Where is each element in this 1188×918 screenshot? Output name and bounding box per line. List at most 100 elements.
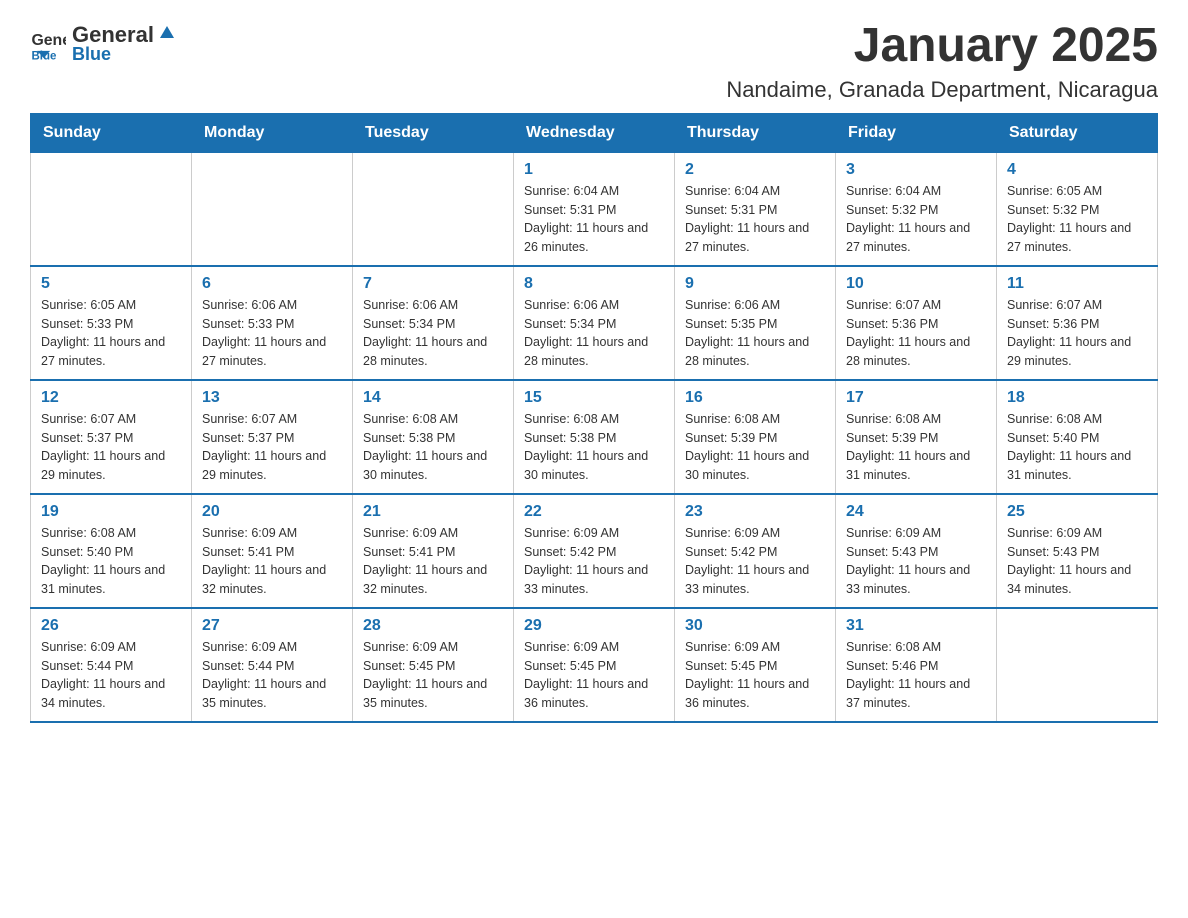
calendar-cell: 17 Sunrise: 6:08 AMSunset: 5:39 PMDayligh… [836,380,997,494]
day-info: Sunrise: 6:09 AMSunset: 5:44 PMDaylight:… [41,638,181,713]
calendar-cell: 31Sunrise: 6:08 AMSunset: 5:46 PMDayligh… [836,608,997,722]
title-block: January 2025 Nandaime, Granada Departmen… [726,20,1158,103]
day-info: Sunrise: 6:09 AMSunset: 5:45 PMDaylight:… [685,638,825,713]
day-info: Sunrise: 6:09 AMSunset: 5:42 PMDaylight:… [685,524,825,599]
day-info: Sunrise: 6:07 AMSunset: 5:36 PMDaylight:… [1007,296,1147,371]
header-friday: Friday [836,113,997,152]
day-info: Sunrise: 6:08 AMSunset: 5:40 PMDaylight:… [1007,410,1147,485]
calendar-cell: 6Sunrise: 6:06 AMSunset: 5:33 PMDaylight… [192,266,353,380]
svg-text:General: General [31,32,66,49]
logo-triangle-icon [156,20,178,42]
day-number: 15 [524,389,664,407]
day-info: Sunrise: 6:09 AMSunset: 5:43 PMDaylight:… [1007,524,1147,599]
day-info: Sunrise: 6:06 AMSunset: 5:34 PMDaylight:… [524,296,664,371]
day-number: 24 [846,503,986,521]
day-info: Sunrise: 6:06 AMSunset: 5:33 PMDaylight:… [202,296,342,371]
calendar-body: 1 Sunrise: 6:04 AMSunset: 5:31 PMDaylight… [31,152,1158,722]
day-number: 26 [41,617,181,635]
page-header: General Blue General Blue January 2025 N… [30,20,1158,103]
calendar-cell: 21Sunrise: 6:09 AMSunset: 5:41 PMDayligh… [353,494,514,608]
calendar-cell: 5 Sunrise: 6:05 AMSunset: 5:33 PMDaylight… [31,266,192,380]
calendar-cell: 25Sunrise: 6:09 AMSunset: 5:43 PMDayligh… [997,494,1158,608]
day-info: Sunrise: 6:09 AMSunset: 5:45 PMDaylight:… [363,638,503,713]
day-info: Sunrise: 6:07 AMSunset: 5:37 PMDaylight:… [41,410,181,485]
calendar-cell: 4Sunrise: 6:05 AMSunset: 5:32 PMDaylight… [997,152,1158,266]
header-thursday: Thursday [675,113,836,152]
calendar-cell: 2Sunrise: 6:04 AMSunset: 5:31 PMDaylight… [675,152,836,266]
day-info: Sunrise: 6:06 AMSunset: 5:34 PMDaylight:… [363,296,503,371]
logo: General Blue General Blue [30,20,180,65]
calendar-cell: 9 Sunrise: 6:06 AMSunset: 5:35 PMDaylight… [675,266,836,380]
day-number: 8 [524,275,664,293]
header-wednesday: Wednesday [514,113,675,152]
day-info: Sunrise: 6:08 AMSunset: 5:40 PMDaylight:… [41,524,181,599]
day-number: 30 [685,617,825,635]
calendar-cell: 22 Sunrise: 6:09 AMSunset: 5:42 PMDayligh… [514,494,675,608]
calendar-cell: 1 Sunrise: 6:04 AMSunset: 5:31 PMDaylight… [514,152,675,266]
day-number: 12 [41,389,181,407]
day-info: Sunrise: 6:09 AMSunset: 5:42 PMDaylight:… [524,524,664,599]
calendar-cell: 29 Sunrise: 6:09 AMSunset: 5:45 PMDayligh… [514,608,675,722]
day-info: Sunrise: 6:08 AMSunset: 5:39 PMDaylight:… [846,410,986,485]
day-info: Sunrise: 6:07 AMSunset: 5:37 PMDaylight:… [202,410,342,485]
day-number: 13 [202,389,342,407]
header-sunday: Sunday [31,113,192,152]
day-number: 11 [1007,275,1147,293]
day-number: 29 [524,617,664,635]
day-info: Sunrise: 6:04 AMSunset: 5:31 PMDaylight:… [524,182,664,257]
day-info: Sunrise: 6:04 AMSunset: 5:31 PMDaylight:… [685,182,825,257]
day-info: Sunrise: 6:09 AMSunset: 5:43 PMDaylight:… [846,524,986,599]
week-row-3: 12 Sunrise: 6:07 AMSunset: 5:37 PMDayligh… [31,380,1158,494]
svg-text:Blue: Blue [31,50,57,60]
header-tuesday: Tuesday [353,113,514,152]
calendar-cell: 27Sunrise: 6:09 AMSunset: 5:44 PMDayligh… [192,608,353,722]
day-info: Sunrise: 6:06 AMSunset: 5:35 PMDaylight:… [685,296,825,371]
logo-icon: General Blue [30,25,66,61]
header-monday: Monday [192,113,353,152]
header-saturday: Saturday [997,113,1158,152]
day-number: 23 [685,503,825,521]
day-info: Sunrise: 6:08 AMSunset: 5:38 PMDaylight:… [524,410,664,485]
week-row-5: 26 Sunrise: 6:09 AMSunset: 5:44 PMDayligh… [31,608,1158,722]
calendar-cell: 13 Sunrise: 6:07 AMSunset: 5:37 PMDayligh… [192,380,353,494]
day-number: 7 [363,275,503,293]
day-info: Sunrise: 6:09 AMSunset: 5:41 PMDaylight:… [202,524,342,599]
main-title: January 2025 [726,20,1158,73]
calendar-cell: 28 Sunrise: 6:09 AMSunset: 5:45 PMDayligh… [353,608,514,722]
calendar-cell [31,152,192,266]
day-number: 3 [846,161,986,179]
day-number: 16 [685,389,825,407]
calendar-cell: 7 Sunrise: 6:06 AMSunset: 5:34 PMDaylight… [353,266,514,380]
week-row-2: 5 Sunrise: 6:05 AMSunset: 5:33 PMDaylight… [31,266,1158,380]
day-info: Sunrise: 6:09 AMSunset: 5:44 PMDaylight:… [202,638,342,713]
day-info: Sunrise: 6:07 AMSunset: 5:36 PMDaylight:… [846,296,986,371]
calendar-cell [192,152,353,266]
calendar-cell: 16 Sunrise: 6:08 AMSunset: 5:39 PMDayligh… [675,380,836,494]
day-number: 20 [202,503,342,521]
day-info: Sunrise: 6:09 AMSunset: 5:45 PMDaylight:… [524,638,664,713]
day-number: 22 [524,503,664,521]
calendar-cell: 10Sunrise: 6:07 AMSunset: 5:36 PMDayligh… [836,266,997,380]
day-info: Sunrise: 6:08 AMSunset: 5:39 PMDaylight:… [685,410,825,485]
day-number: 19 [41,503,181,521]
day-info: Sunrise: 6:09 AMSunset: 5:41 PMDaylight:… [363,524,503,599]
calendar-cell: 19 Sunrise: 6:08 AMSunset: 5:40 PMDayligh… [31,494,192,608]
day-number: 17 [846,389,986,407]
calendar-header: SundayMondayTuesdayWednesdayThursdayFrid… [31,113,1158,152]
week-row-1: 1 Sunrise: 6:04 AMSunset: 5:31 PMDaylight… [31,152,1158,266]
day-info: Sunrise: 6:05 AMSunset: 5:33 PMDaylight:… [41,296,181,371]
calendar-cell: 8 Sunrise: 6:06 AMSunset: 5:34 PMDaylight… [514,266,675,380]
calendar-cell: 23 Sunrise: 6:09 AMSunset: 5:42 PMDayligh… [675,494,836,608]
day-number: 5 [41,275,181,293]
calendar-cell: 15 Sunrise: 6:08 AMSunset: 5:38 PMDayligh… [514,380,675,494]
calendar-cell: 3Sunrise: 6:04 AMSunset: 5:32 PMDaylight… [836,152,997,266]
day-info: Sunrise: 6:08 AMSunset: 5:38 PMDaylight:… [363,410,503,485]
day-number: 9 [685,275,825,293]
day-number: 28 [363,617,503,635]
day-number: 31 [846,617,986,635]
day-number: 1 [524,161,664,179]
day-info: Sunrise: 6:05 AMSunset: 5:32 PMDaylight:… [1007,182,1147,257]
day-number: 18 [1007,389,1147,407]
calendar-cell: 30 Sunrise: 6:09 AMSunset: 5:45 PMDayligh… [675,608,836,722]
subtitle: Nandaime, Granada Department, Nicaragua [726,77,1158,103]
